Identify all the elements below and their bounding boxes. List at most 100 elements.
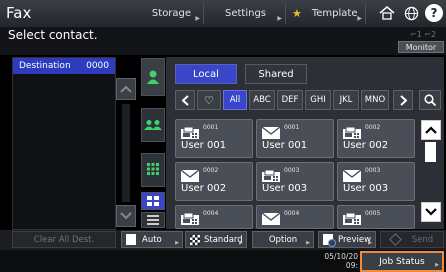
filter-ghi[interactable]: GHI (305, 90, 331, 110)
contact-card[interactable]: 0001 User 001 (175, 119, 253, 158)
contact-name: User 002 (181, 183, 227, 194)
fax-icon (343, 124, 361, 139)
contact-name: User 003 (343, 183, 389, 194)
date-time: 05/10/20 09: (314, 252, 358, 270)
filter-mno[interactable]: MNO (361, 90, 389, 110)
quality-standard-button[interactable]: Standard ▶ (185, 231, 247, 248)
storage-label: Storage (151, 7, 192, 19)
template-button[interactable]: ★ Template ▶ (288, 2, 366, 24)
contact-card[interactable]: 0002 User 002 (337, 119, 415, 158)
help-icon[interactable]: ? (425, 4, 443, 22)
send-label: Send (411, 234, 434, 245)
tab-individual[interactable] (141, 58, 165, 96)
contact-number: 0003 (365, 167, 381, 174)
contact-number: 0002 (203, 167, 219, 174)
contact-name: User 003 (262, 183, 308, 194)
fax-icon (181, 210, 199, 225)
date-text: 05/10/20 (324, 252, 358, 261)
corner-arrow-icon: ▶ (357, 15, 362, 22)
monitor-button[interactable]: Monitor (398, 41, 444, 53)
search-button[interactable] (419, 90, 441, 110)
destination-list (12, 57, 116, 230)
send-button[interactable]: Send (380, 231, 444, 248)
group-icon (144, 120, 162, 130)
filter-all[interactable]: All (223, 90, 247, 110)
tab-shared[interactable]: Shared (245, 64, 307, 84)
document-scan-icon (126, 234, 136, 245)
job-status-button[interactable]: Job Status ▶ (360, 251, 444, 272)
home-icon[interactable] (378, 4, 396, 22)
auto-label: Auto (142, 234, 162, 245)
contact-card[interactable]: 0003 User 003 (337, 162, 415, 201)
tab-group[interactable] (141, 108, 165, 142)
person-icon (147, 70, 159, 84)
app-title: Fax (6, 4, 32, 22)
contact-card[interactable]: 0002 User 002 (175, 162, 253, 201)
fax-icon (262, 167, 280, 182)
filter-abc[interactable]: ABC (249, 90, 275, 110)
contact-number: 0005 (365, 210, 381, 217)
checker-quality-icon (190, 234, 200, 245)
keypad-icon (147, 163, 159, 175)
corner-arrow-icon: ▶ (368, 240, 372, 246)
preview-button[interactable]: Preview ▶ (318, 231, 376, 248)
contact-number: 0003 (284, 167, 300, 174)
tab-keypad[interactable] (141, 153, 165, 187)
contact-card[interactable]: 0001 User 001 (256, 119, 334, 158)
storage-button[interactable]: Storage ▶ (140, 2, 204, 24)
corner-arrow-icon: ▶ (175, 240, 179, 246)
destination-scroll-down-button[interactable] (116, 205, 136, 227)
globe-icon[interactable] (402, 4, 420, 22)
destination-label: Destination (19, 61, 71, 71)
contact-number: 0001 (203, 124, 219, 131)
list-view-icon (147, 215, 159, 225)
contact-name: User 001 (262, 140, 308, 151)
time-text: 09: (345, 261, 358, 270)
contact-name: User 002 (343, 140, 389, 151)
destination-scroll-track[interactable] (122, 104, 130, 202)
contact-number: 0004 (284, 210, 300, 217)
filter-prev-button[interactable] (175, 90, 195, 110)
contact-card[interactable]: 0003 User 003 (256, 162, 334, 201)
email-icon (261, 124, 281, 139)
corner-arrow-icon: ▶ (277, 15, 282, 22)
contacts-scroll-down-button[interactable] (421, 202, 441, 222)
settings-button[interactable]: Settings ▶ (206, 2, 286, 24)
favorite-filter-button[interactable]: ♡ (197, 90, 221, 110)
heart-icon: ♡ (204, 93, 214, 107)
fax-icon (343, 210, 361, 225)
template-label: Template (311, 7, 358, 19)
contact-card[interactable]: 0004 (256, 205, 334, 229)
search-icon (424, 94, 436, 106)
filter-jkl[interactable]: JKL (333, 90, 359, 110)
view-list-button[interactable] (141, 212, 165, 228)
destination-header[interactable]: Destination 0000 (13, 58, 115, 74)
resolution-auto-button[interactable]: Auto ▶ (121, 231, 183, 248)
contact-card[interactable]: 0004 (175, 205, 253, 229)
option-button[interactable]: Option ▶ (252, 231, 314, 248)
destination-scroll-up-button[interactable] (116, 78, 136, 100)
email-icon (180, 167, 200, 182)
send-diamond-icon (388, 233, 402, 246)
contacts-scroll-up-button[interactable] (421, 120, 441, 140)
tab-local[interactable]: Local (175, 64, 237, 84)
standard-label: Standard (204, 234, 243, 245)
contact-card[interactable]: 0005 (337, 205, 415, 229)
contact-number: 0002 (365, 124, 381, 131)
line-indicator-icon: ⌐1 ⌐2 (410, 30, 437, 39)
contact-number: 0001 (284, 124, 300, 131)
contact-name: User 001 (181, 140, 227, 151)
corner-arrow-icon: ▶ (195, 15, 200, 22)
email-icon (342, 167, 362, 182)
option-label: Option (268, 234, 298, 245)
filter-def[interactable]: DEF (277, 90, 303, 110)
filter-next-button[interactable] (393, 90, 413, 110)
contacts-scroll-thumb[interactable] (425, 142, 436, 162)
settings-label: Settings (224, 7, 266, 19)
job-status-label: Job Status (379, 256, 425, 267)
corner-arrow-icon: ▶ (306, 240, 310, 246)
star-icon: ★ (292, 6, 302, 20)
view-tile-button[interactable] (141, 192, 165, 210)
clear-all-destinations-button[interactable]: Clear All Dest. (12, 231, 116, 248)
fax-icon (181, 124, 199, 139)
